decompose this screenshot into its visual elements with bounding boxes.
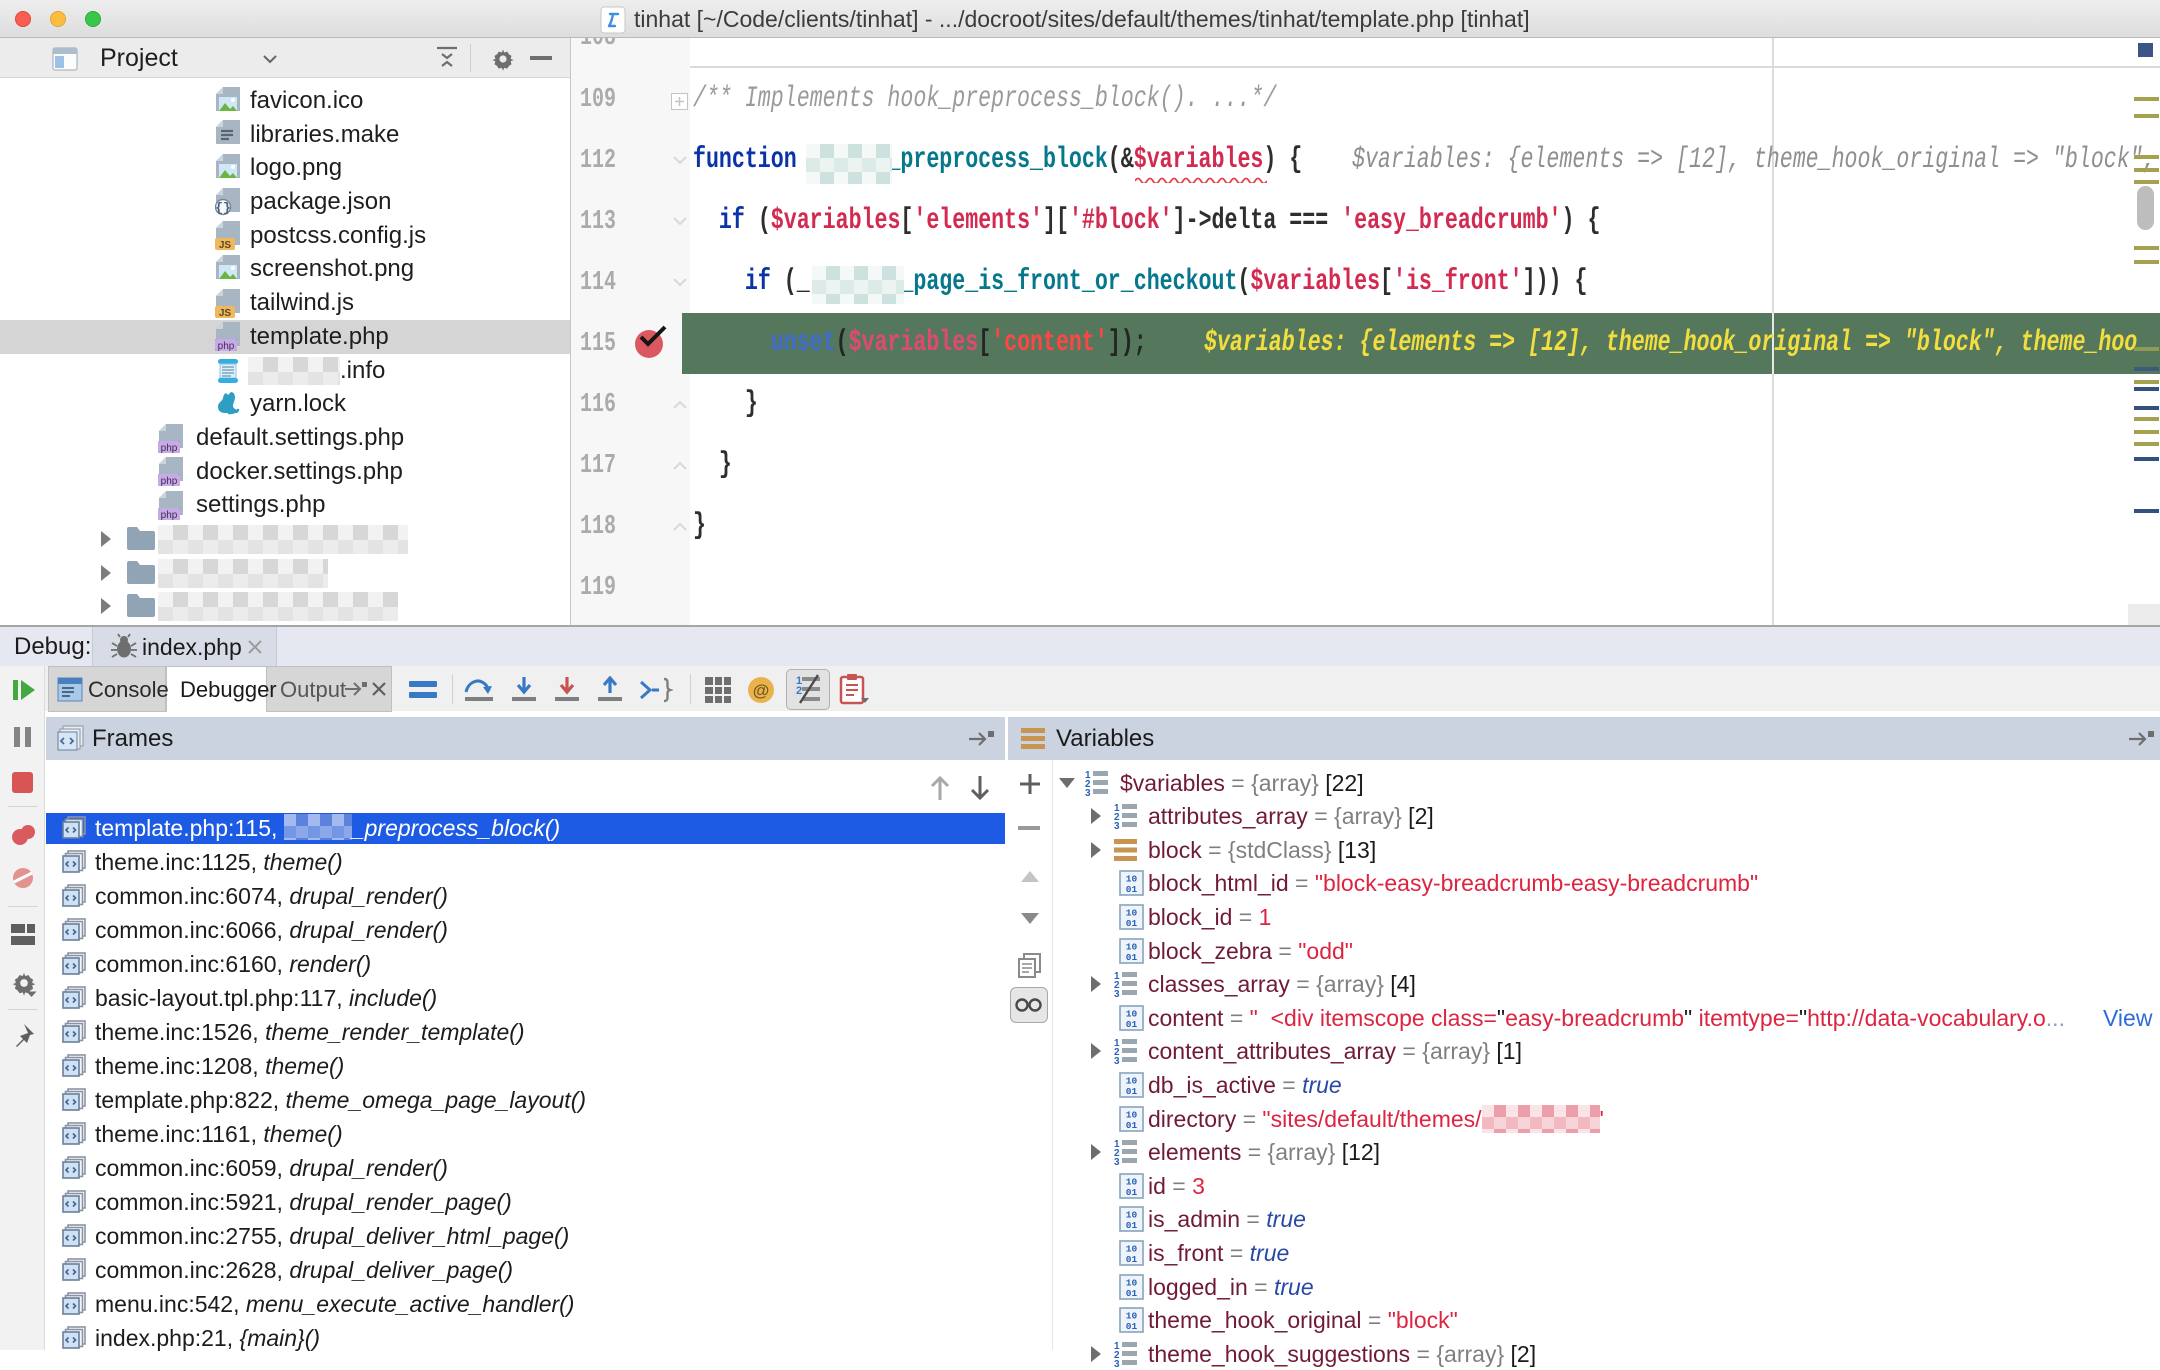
svg-text:3: 3 (1114, 1056, 1120, 1065)
svg-text:01: 01 (1126, 952, 1138, 963)
svg-text:10: 10 (1126, 1210, 1138, 1221)
svg-text:10: 10 (1126, 1311, 1138, 1322)
svg-text:01: 01 (1126, 1288, 1138, 1299)
svg-text:01: 01 (1126, 918, 1138, 929)
svg-text:01: 01 (1126, 1321, 1138, 1332)
svg-text:01: 01 (1126, 1019, 1138, 1030)
svg-text:php: php (161, 476, 178, 486)
svg-text:10: 10 (1126, 942, 1138, 953)
svg-text:01: 01 (1126, 1254, 1138, 1265)
svg-text:01: 01 (1126, 1086, 1138, 1097)
svg-text:php: php (218, 341, 235, 351)
svg-text:3: 3 (1114, 1157, 1120, 1166)
svg-text:php: php (161, 443, 178, 453)
svg-text:3: 3 (1114, 989, 1120, 998)
svg-text:{}: {} (215, 201, 231, 216)
svg-text:10: 10 (1126, 908, 1138, 919)
svg-text:10: 10 (1126, 1009, 1138, 1020)
svg-text:10: 10 (1126, 1110, 1138, 1121)
svg-text:10: 10 (1126, 1244, 1138, 1255)
svg-text:php: php (161, 510, 178, 520)
svg-text:10: 10 (1126, 1278, 1138, 1289)
svg-text:01: 01 (1126, 884, 1138, 895)
svg-text:01: 01 (1126, 1187, 1138, 1198)
svg-text:10: 10 (1126, 1177, 1138, 1188)
svg-text:2: 2 (796, 685, 802, 697)
svg-text:10: 10 (1126, 1076, 1138, 1087)
svg-text:01: 01 (1126, 1120, 1138, 1131)
svg-text:01: 01 (1126, 1220, 1138, 1231)
svg-text:JS: JS (219, 240, 232, 250)
svg-text:10: 10 (1126, 874, 1138, 885)
svg-text:3: 3 (1114, 821, 1120, 830)
svg-text:3: 3 (1085, 788, 1091, 797)
svg-text:JS: JS (219, 308, 232, 318)
svg-text:3: 3 (1114, 1359, 1120, 1368)
svg-text:@: @ (753, 681, 770, 700)
